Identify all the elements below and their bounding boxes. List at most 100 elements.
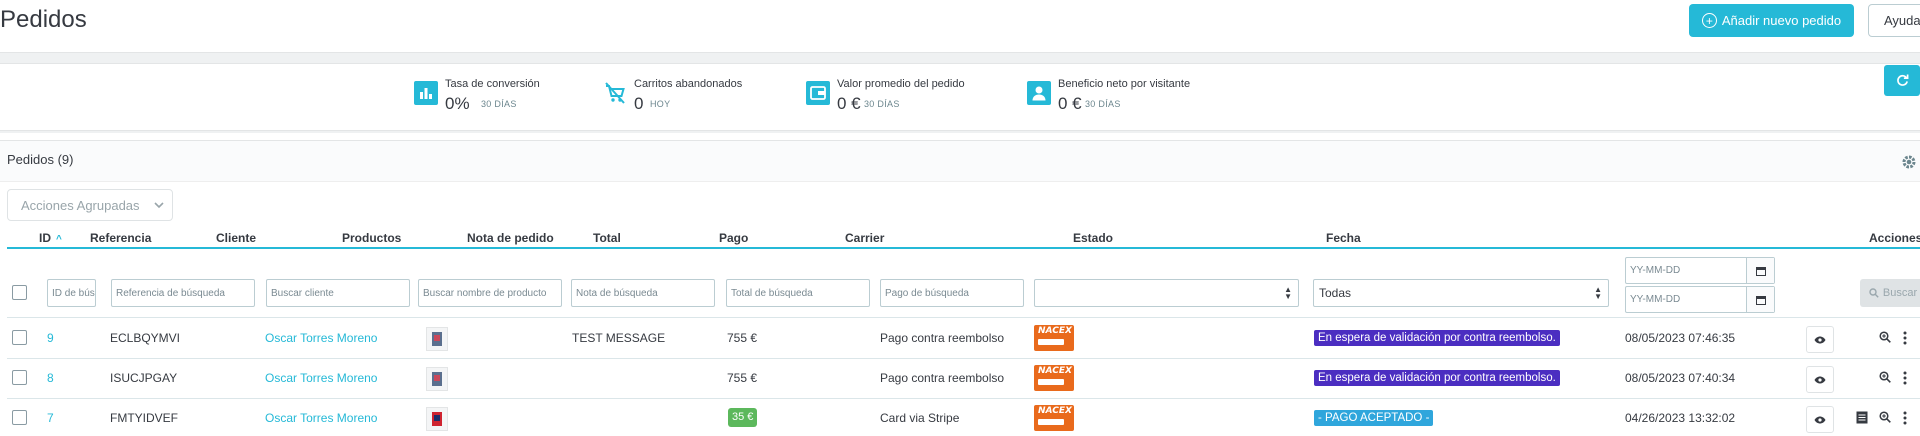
wallet-icon bbox=[806, 81, 830, 105]
column-header-reference[interactable]: Referencia bbox=[90, 231, 151, 245]
more-options-icon[interactable] bbox=[1903, 371, 1907, 388]
page-title: Pedidos bbox=[0, 6, 87, 33]
customer-link[interactable]: Oscar Torres Moreno bbox=[265, 331, 377, 345]
column-header-id[interactable]: ID ^ bbox=[39, 231, 62, 245]
add-order-button[interactable]: + Añadir nuevo pedido bbox=[1689, 4, 1854, 37]
filter-payment-input[interactable]: Pago de búsqueda bbox=[880, 279, 1024, 307]
zoom-icon[interactable] bbox=[1879, 411, 1891, 426]
help-button[interactable]: Ayuda bbox=[1868, 4, 1920, 37]
order-total-badge: 35 € bbox=[728, 408, 758, 427]
kpi-value: 0 € bbox=[837, 94, 861, 113]
more-options-icon[interactable] bbox=[1903, 331, 1907, 348]
filter-row: ID de búsq Referencia de búsqueda Buscar… bbox=[7, 251, 1920, 318]
eye-icon bbox=[1814, 336, 1826, 343]
order-reference: ECLBQYMVI bbox=[110, 331, 181, 345]
order-total: 755 € bbox=[727, 371, 758, 385]
column-header-actions: Acciones bbox=[1869, 231, 1920, 245]
grid-title: Pedidos (9) bbox=[7, 152, 74, 167]
kpi-value: 0 bbox=[634, 94, 644, 113]
filter-carrier-select[interactable]: ▲ ▼ bbox=[1034, 279, 1299, 307]
filter-status-select[interactable]: Todas ▲ ▼ bbox=[1313, 279, 1609, 307]
customer-link[interactable]: Oscar Torres Moreno bbox=[265, 411, 377, 425]
order-id[interactable]: 9 bbox=[47, 331, 54, 345]
customer-link[interactable]: Oscar Torres Moreno bbox=[265, 371, 377, 385]
page-header: Pedidos + Añadir nuevo pedido Ayuda bbox=[0, 0, 1920, 52]
table-row[interactable]: 9 ECLBQYMVI Oscar Torres Moreno TEST MES… bbox=[7, 319, 1920, 359]
payment-method: Pago contra reembolso bbox=[880, 331, 1005, 345]
carrier-name: NACEX bbox=[1038, 366, 1072, 376]
cart-off-icon bbox=[603, 81, 627, 105]
plus-circle-icon: + bbox=[1701, 13, 1717, 28]
order-id[interactable]: 8 bbox=[47, 371, 54, 385]
kpi-strip: Tasa de conversión 0% 30 DÍAS Carritos a… bbox=[0, 52, 1920, 133]
product-thumbnail[interactable] bbox=[426, 367, 448, 391]
filter-reference-input[interactable]: Referencia de búsqueda bbox=[111, 279, 255, 307]
zoom-icon[interactable] bbox=[1879, 331, 1891, 346]
payment-method: Pago contra reembolso bbox=[880, 371, 1005, 385]
search-button-label: Buscar bbox=[1882, 287, 1918, 299]
table-row[interactable]: 8 ISUCJPGAY Oscar Torres Moreno 755 € Pa… bbox=[7, 359, 1920, 399]
more-options-icon[interactable] bbox=[1903, 411, 1907, 428]
orders-grid-panel: Pedidos (9) Acciones Agrupadas ID ^ Refer… bbox=[0, 140, 1920, 436]
kpi-box: Tasa de conversión 0% 30 DÍAS Carritos a… bbox=[0, 63, 1920, 131]
search-icon bbox=[1869, 288, 1879, 298]
search-button[interactable]: Buscar bbox=[1860, 279, 1920, 307]
select-all-checkbox[interactable] bbox=[12, 285, 27, 300]
column-header-carrier[interactable]: Carrier bbox=[845, 231, 884, 245]
status-badge[interactable]: En espera de validación por contra reemb… bbox=[1314, 330, 1560, 346]
kpi-period: 30 DÍAS bbox=[1085, 99, 1121, 109]
status-badge[interactable]: - PAGO ACEPTADO - bbox=[1314, 410, 1434, 426]
chevron-down-icon bbox=[153, 201, 164, 208]
column-header-customer[interactable]: Cliente bbox=[216, 231, 256, 245]
refresh-kpi-button[interactable] bbox=[1884, 65, 1920, 96]
table-row[interactable]: 7 FMTYIDVEF Oscar Torres Moreno 35 € Car… bbox=[7, 399, 1920, 436]
filter-products-input[interactable]: Buscar nombre de producto bbox=[418, 279, 562, 307]
order-date: 04/26/2023 13:32:02 bbox=[1625, 411, 1736, 425]
select-arrows-icon: ▲ ▼ bbox=[1594, 285, 1602, 301]
sort-asc-icon[interactable]: ^ bbox=[56, 234, 62, 245]
product-thumbnail[interactable] bbox=[426, 327, 448, 351]
calendar-icon[interactable] bbox=[1746, 258, 1774, 283]
kpi-label: Beneficio neto por visitante bbox=[1058, 78, 1191, 90]
zoom-icon[interactable] bbox=[1879, 371, 1891, 386]
carrier-name: NACEX bbox=[1038, 406, 1072, 416]
view-order-button[interactable] bbox=[1806, 366, 1834, 393]
invoice-icon[interactable] bbox=[1856, 411, 1868, 427]
status-badge[interactable]: En espera de validación por contra reemb… bbox=[1314, 370, 1560, 386]
order-note: TEST MESSAGE bbox=[572, 331, 666, 345]
order-date: 08/05/2023 07:46:35 bbox=[1625, 331, 1736, 345]
row-checkbox[interactable] bbox=[12, 410, 27, 425]
filter-status-value: Todas bbox=[1319, 286, 1352, 300]
bulk-actions-label: Acciones Agrupadas bbox=[21, 197, 140, 213]
filter-total-input[interactable]: Total de búsqueda bbox=[726, 279, 870, 307]
order-id[interactable]: 7 bbox=[47, 411, 54, 425]
filter-date-to-input[interactable]: YY-MM-DD bbox=[1625, 286, 1775, 313]
kpi-period: HOY bbox=[650, 99, 671, 109]
filter-id-input[interactable]: ID de búsq bbox=[47, 279, 96, 307]
column-header-total[interactable]: Total bbox=[593, 231, 621, 245]
carrier-name: NACEX bbox=[1038, 326, 1072, 336]
filter-customer-input[interactable]: Buscar cliente bbox=[266, 279, 410, 307]
select-arrows-icon: ▲ ▼ bbox=[1284, 285, 1292, 301]
row-checkbox[interactable] bbox=[12, 330, 27, 345]
carrier-logo: NACEX bbox=[1034, 405, 1074, 431]
view-order-button[interactable] bbox=[1806, 406, 1834, 433]
bulk-actions-dropdown[interactable]: Acciones Agrupadas bbox=[7, 189, 173, 221]
refresh-icon bbox=[1896, 74, 1908, 86]
view-order-button[interactable] bbox=[1806, 326, 1834, 353]
filter-note-input[interactable]: Nota de búsqueda bbox=[571, 279, 715, 307]
row-checkbox[interactable] bbox=[12, 370, 27, 385]
column-header-payment[interactable]: Pago bbox=[719, 231, 748, 245]
product-thumbnail[interactable] bbox=[426, 407, 448, 431]
bar-chart-icon bbox=[414, 81, 438, 105]
column-header-date[interactable]: Fecha bbox=[1326, 231, 1361, 245]
column-header-status[interactable]: Estado bbox=[1073, 231, 1113, 245]
order-reference: ISUCJPGAY bbox=[110, 371, 178, 385]
date-to-placeholder: YY-MM-DD bbox=[1630, 294, 1681, 305]
order-total: 755 € bbox=[727, 331, 758, 345]
calendar-icon[interactable] bbox=[1746, 287, 1774, 312]
filter-date-from-input[interactable]: YY-MM-DD bbox=[1625, 257, 1775, 284]
carrier-logo: NACEX bbox=[1034, 325, 1074, 351]
kpi-value: 0% bbox=[445, 94, 470, 113]
gear-icon[interactable] bbox=[1901, 154, 1917, 173]
